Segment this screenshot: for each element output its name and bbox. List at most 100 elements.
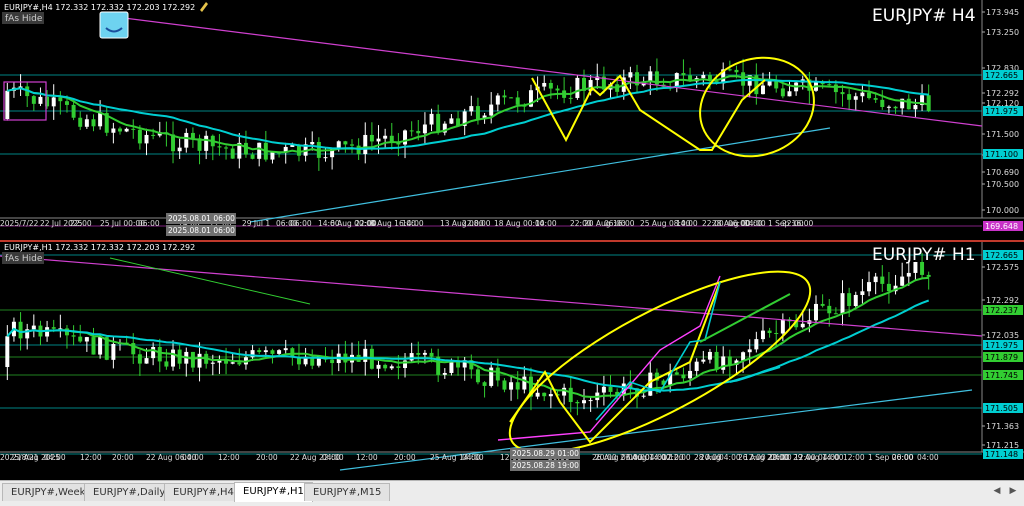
chart-pane-h1[interactable]: 172.575 172.292 172.035 171.363 171.215 172.6… — [0, 242, 1024, 480]
candle-body — [323, 157, 328, 159]
chart-pane-h4[interactable]: 173.945 173.250 172.830 172.292 172.120 171.5… — [0, 0, 1024, 240]
candle-body — [489, 104, 494, 116]
candle-body — [800, 323, 805, 328]
time-label: 12:00 — [744, 453, 766, 462]
price-level-badge-label: 171.505 — [985, 404, 1018, 413]
candle-body — [376, 364, 381, 369]
candle-body — [151, 134, 156, 136]
price-label: 170.500 — [986, 180, 1019, 189]
price-label: 172.035 — [986, 331, 1019, 340]
impulse-line — [497, 275, 721, 441]
time-label: 12:00 — [356, 453, 378, 462]
chart-canvas-h1[interactable]: 172.575 172.292 172.035 171.363 171.215 172.6… — [0, 242, 1024, 480]
candle-body — [767, 330, 772, 334]
candle-body — [449, 118, 454, 124]
chart-canvas-h4[interactable]: 173.945173.250172.830172.292172.120171.5… — [0, 0, 1024, 240]
candle-body — [522, 376, 527, 390]
candle-body — [482, 382, 487, 386]
time-label: 14:00 — [744, 219, 766, 228]
smile-icon[interactable] — [99, 11, 129, 39]
price-level-badge-label: 172.665 — [985, 251, 1018, 260]
time-label: 04:00 — [818, 453, 840, 462]
time-label: 20:00 — [768, 453, 790, 462]
price-label: 171.215 — [986, 441, 1019, 450]
time-label: 14:00 — [402, 219, 424, 228]
candle-body — [760, 330, 765, 340]
chart-title: EURJPY# H1 — [872, 245, 976, 265]
chart-title: EURJPY# H4 — [872, 6, 976, 26]
candle-body — [118, 128, 122, 132]
candle-body — [515, 97, 520, 105]
candle-body — [787, 91, 792, 97]
candle-body — [926, 274, 931, 277]
candle-body — [926, 95, 931, 111]
candle-body — [45, 327, 50, 337]
time-label: 20:00 — [394, 453, 416, 462]
candle-body — [734, 69, 739, 73]
candle-body — [707, 351, 712, 360]
indicator-label[interactable]: fAs Hide — [5, 254, 43, 264]
time-crosshair-label: 2025.08.01 06:00 — [168, 226, 235, 235]
tab-scroll-left-icon[interactable]: ◀ — [990, 485, 1004, 497]
candle-body — [913, 105, 918, 110]
candle-body — [475, 369, 480, 383]
channel-trendline — [109, 257, 311, 305]
time-axis: 2025/7/22 22 Jul 202522:00 25 Jul 00:0006:… — [0, 213, 814, 236]
candle-body — [5, 336, 10, 367]
tab-eurjpy-daily[interactable]: EURJPY#,Daily — [84, 483, 175, 501]
candle-body — [230, 148, 235, 159]
candle-body — [641, 395, 646, 397]
candle-body — [860, 291, 865, 295]
candle-body — [389, 366, 394, 369]
candle-body — [575, 401, 580, 404]
candle-body — [51, 327, 56, 329]
candle-body — [429, 352, 434, 357]
candle-body — [502, 95, 507, 98]
candle-body — [296, 144, 301, 156]
candle-body — [144, 358, 149, 364]
candle-body — [369, 134, 374, 142]
price-label: 172.575 — [986, 263, 1019, 272]
time-label: 14:00 — [535, 219, 557, 228]
candle-body — [263, 350, 268, 353]
candle-body — [58, 97, 63, 102]
candle-body — [416, 130, 421, 134]
candle-body — [475, 106, 480, 120]
candle-body — [157, 346, 162, 362]
candle-body — [137, 129, 142, 144]
tab-eurjpy-h1[interactable]: EURJPY#,H1 — [234, 482, 313, 502]
candle-body — [814, 303, 818, 321]
candle-body — [542, 392, 547, 397]
pencil-icon[interactable] — [200, 2, 208, 12]
time-label: 12:00 — [843, 453, 865, 462]
indicator-label[interactable]: fAs Hide — [5, 14, 43, 24]
candle-body — [827, 305, 832, 314]
candle-body — [184, 132, 189, 148]
candle-body — [502, 380, 507, 390]
candle-body — [111, 128, 116, 133]
candle-body — [403, 130, 408, 145]
time-label: 2025/7/22 — [0, 219, 39, 228]
price-label: 173.250 — [986, 28, 1019, 37]
candle-body — [873, 98, 878, 100]
tab-scroll-right-icon[interactable]: ▶ — [1006, 485, 1020, 497]
tab-eurjpy-h4[interactable]: EURJPY#,H4 — [164, 483, 243, 501]
time-label: 04:00 — [182, 453, 204, 462]
candle-body — [416, 353, 421, 355]
candle-body — [409, 130, 414, 132]
candle-body — [694, 361, 699, 371]
price-label: 171.363 — [986, 422, 1019, 431]
candle-body — [84, 119, 89, 127]
candle-body — [124, 128, 129, 132]
tab-eurjpy-m15[interactable]: EURJPY#,M15 — [304, 483, 391, 501]
wave-annotation — [595, 281, 721, 421]
candle-body — [78, 117, 83, 127]
candle-body — [509, 97, 514, 99]
candle-body — [257, 350, 262, 353]
candle-body — [853, 294, 858, 306]
candle-body — [833, 313, 838, 315]
candle-body — [873, 276, 878, 283]
candle-body — [860, 92, 865, 97]
candle-body — [681, 374, 686, 379]
candle-body — [363, 134, 368, 155]
